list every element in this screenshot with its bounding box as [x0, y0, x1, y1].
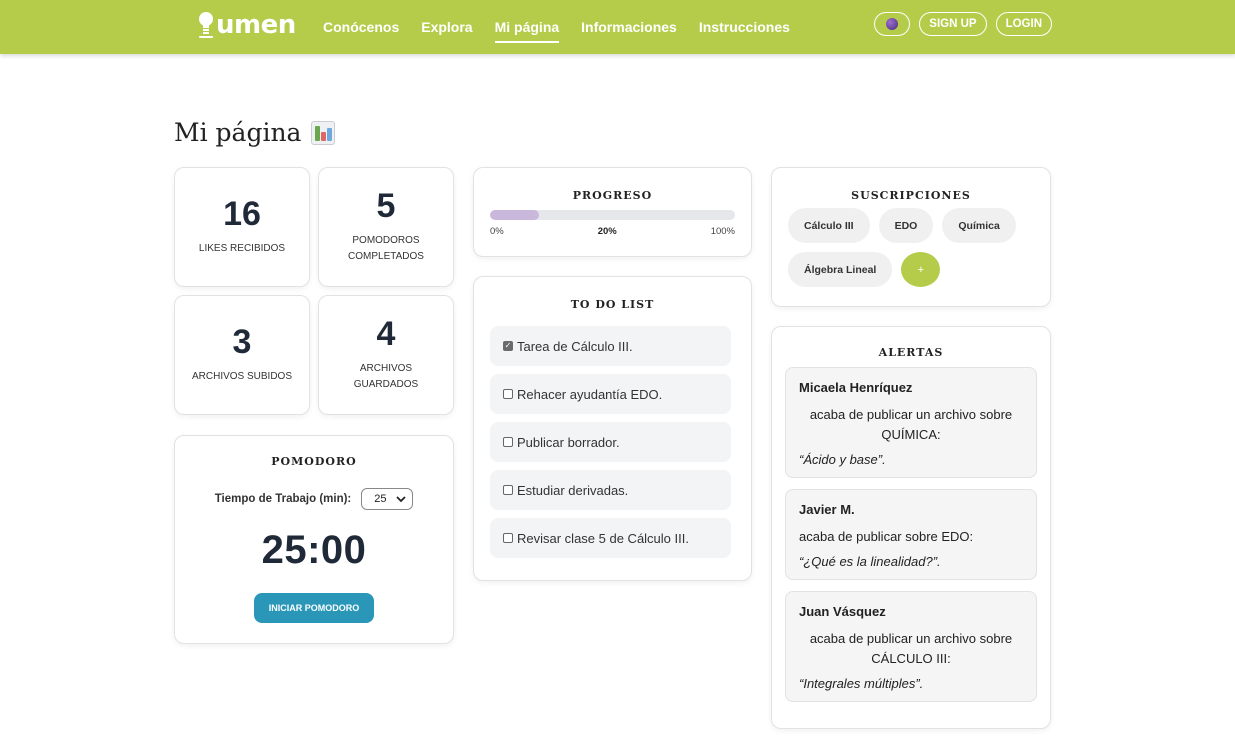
- stat-value: 16: [223, 195, 261, 234]
- page-title-text: Mi página: [174, 118, 302, 147]
- stat-label: POMODOROS COMPLETADOS: [348, 234, 424, 262]
- todo-item[interactable]: Estudiar derivadas.: [490, 470, 731, 510]
- progress-fill: [490, 210, 539, 220]
- stat-value: 3: [232, 323, 252, 362]
- bar-chart-icon: [311, 120, 336, 145]
- alert-author: Micaela Henríquez: [799, 380, 913, 395]
- stat-likes: 16 LIKES RECIBIDOS: [174, 167, 310, 287]
- progress-scale: 0% 20% 100%: [490, 226, 735, 237]
- alert-author: Juan Vásquez: [799, 604, 886, 619]
- alert-message: acaba de publicar sobre EDO:: [799, 529, 974, 544]
- page-title: Mi página: [174, 118, 336, 147]
- alert-file-title: “¿Qué es la linealidad?”.: [799, 554, 941, 569]
- todo-text: Publicar borrador.: [517, 434, 620, 450]
- subscription-chips: Cálculo III EDO Química Álgebra Lineal +: [772, 208, 1050, 296]
- todo-item[interactable]: ✓ Tarea de Cálculo III.: [490, 326, 731, 366]
- alert-file-title: “Integrales múltiples”.: [799, 676, 924, 691]
- todo-text: Rehacer ayudantía EDO.: [517, 386, 663, 402]
- chip-edo[interactable]: EDO: [878, 208, 934, 243]
- stat-archivos-subidos: 3 ARCHIVOS SUBIDOS: [174, 295, 310, 415]
- progress-bar: [490, 210, 735, 220]
- alert-item[interactable]: Javier M. acaba de publicar sobre EDO: “…: [785, 489, 1037, 580]
- theme-toggle-button[interactable]: [874, 12, 911, 36]
- progress-value: 20%: [597, 226, 617, 237]
- pomodoro-timer: 25:00: [261, 528, 367, 572]
- subscriptions-heading: SUSCRIPCIONES: [851, 189, 971, 202]
- chevron-down-icon: [396, 495, 406, 502]
- nav-link-instrucciones[interactable]: Instrucciones: [699, 19, 790, 35]
- progress-heading: PROGRESO: [572, 189, 653, 202]
- work-time-value: 25: [374, 493, 387, 505]
- nav-link-mi-pagina[interactable]: Mi página: [494, 19, 559, 43]
- lightbulb-icon: [199, 12, 213, 38]
- progress-card: PROGRESO 0% 20% 100%: [473, 167, 752, 257]
- chip-algebra-lineal[interactable]: Álgebra Lineal: [788, 252, 893, 287]
- navbar: umen Conócenos Explora Mi página Informa…: [0, 0, 1235, 54]
- todo-text: Estudiar derivadas.: [517, 482, 629, 498]
- todo-item[interactable]: Publicar borrador.: [490, 422, 731, 462]
- stat-label: ARCHIVOS SUBIDOS: [191, 370, 293, 382]
- work-time-label: Tiempo de Trabajo (min):: [214, 493, 352, 505]
- checkbox[interactable]: [503, 389, 513, 399]
- checkbox[interactable]: [503, 437, 513, 447]
- alert-item[interactable]: Micaela Henríquez acaba de publicar un a…: [785, 367, 1037, 478]
- stat-value: 4: [376, 315, 396, 354]
- alert-message: acaba de publicar un archivo sobre CÁLCU…: [809, 631, 1013, 666]
- alerts-heading: ALERTAS: [878, 346, 944, 359]
- stat-label: ARCHIVOS GUARDADOS: [353, 362, 419, 390]
- todo-text: Revisar clase 5 de Cálculo III.: [517, 530, 689, 546]
- nav-link-explora[interactable]: Explora: [421, 19, 472, 35]
- stat-value: 5: [376, 187, 396, 226]
- work-time-select[interactable]: 25: [361, 488, 414, 510]
- alert-author: Javier M.: [799, 502, 855, 517]
- nav-actions: SIGN UP LOGIN: [865, 12, 1052, 36]
- pomodoro-heading: POMODORO: [271, 455, 357, 468]
- checkbox[interactable]: [503, 533, 513, 543]
- login-button[interactable]: LOGIN: [995, 12, 1052, 36]
- todo-item[interactable]: Revisar clase 5 de Cálculo III.: [490, 518, 731, 558]
- progress-min: 0%: [490, 226, 504, 237]
- signup-button[interactable]: SIGN UP: [919, 12, 987, 36]
- nav-links: Conócenos Explora Mi página Informacione…: [323, 0, 812, 54]
- stat-pomodoros: 5 POMODOROS COMPLETADOS: [318, 167, 454, 287]
- moon-icon: [886, 18, 899, 30]
- todo-card: TO DO LIST ✓ Tarea de Cálculo III. Rehac…: [473, 276, 752, 581]
- pomodoro-settings: Tiempo de Trabajo (min): 25: [175, 488, 453, 510]
- alert-file-title: “Ácido y base”.: [799, 452, 886, 467]
- nav-link-conocenos[interactable]: Conócenos: [323, 19, 399, 35]
- add-subscription-button[interactable]: +: [901, 252, 941, 287]
- nav-link-informaciones[interactable]: Informaciones: [581, 19, 677, 35]
- stat-label: LIKES RECIBIDOS: [198, 242, 286, 254]
- stat-archivos-guardados: 4 ARCHIVOS GUARDADOS: [318, 295, 454, 415]
- chip-quimica[interactable]: Química: [942, 208, 1016, 243]
- logo[interactable]: umen: [197, 9, 296, 41]
- pomodoro-card: POMODORO Tiempo de Trabajo (min): 25 25:…: [174, 435, 454, 644]
- todo-item[interactable]: Rehacer ayudantía EDO.: [490, 374, 731, 414]
- alert-item[interactable]: Juan Vásquez acaba de publicar un archiv…: [785, 591, 1037, 702]
- alerts-card: ALERTAS Micaela Henríquez acaba de publi…: [771, 326, 1051, 729]
- todo-text: Tarea de Cálculo III.: [517, 338, 633, 354]
- alert-message: acaba de publicar un archivo sobre QUÍMI…: [809, 407, 1013, 442]
- start-pomodoro-button[interactable]: INICIAR POMODORO: [254, 593, 374, 623]
- todo-heading: TO DO LIST: [570, 298, 655, 311]
- logo-text: umen: [216, 10, 296, 40]
- checkbox[interactable]: [503, 485, 513, 495]
- progress-max: 100%: [710, 226, 735, 237]
- chip-calculo-iii[interactable]: Cálculo III: [788, 208, 870, 243]
- subscriptions-card: SUSCRIPCIONES Cálculo III EDO Química Ál…: [771, 167, 1051, 307]
- checkbox-checked[interactable]: ✓: [503, 341, 513, 351]
